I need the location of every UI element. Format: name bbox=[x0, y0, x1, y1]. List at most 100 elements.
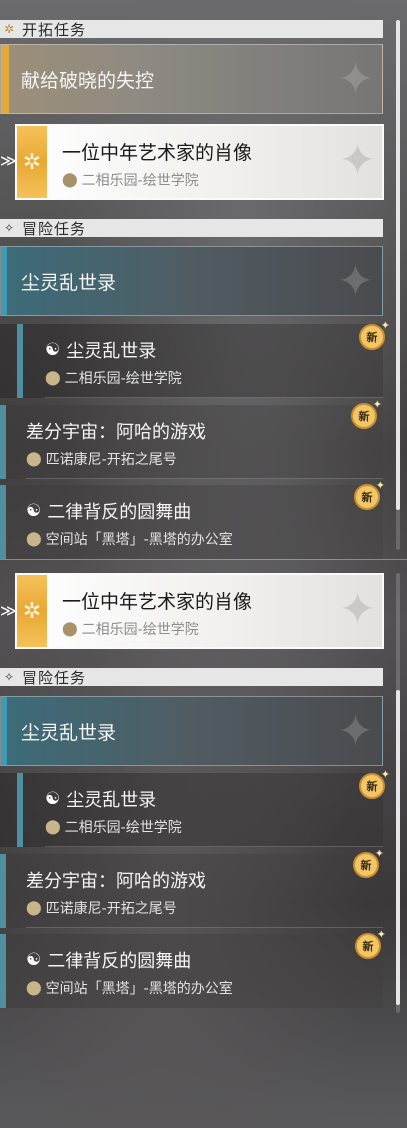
divider bbox=[45, 397, 383, 398]
map-pin-icon: ⬤ bbox=[26, 451, 42, 467]
quest-title: 差分宇宙：阿哈的游戏 bbox=[26, 867, 206, 893]
sparkle-icon: ✦ bbox=[376, 928, 386, 941]
mask-icon: ☯ bbox=[45, 340, 61, 360]
quest-location: ⬤ 二相乐园-绘世学院 bbox=[62, 170, 199, 190]
badge-label: 新 bbox=[360, 859, 372, 872]
quest-accent-bar bbox=[0, 485, 6, 559]
quest-item[interactable]: ☯ 二律背反的圆舞曲 ⬤ 空间站「黑塔」-黑塔的办公室 bbox=[0, 934, 383, 1008]
diamond-cross-icon: ✲ bbox=[22, 149, 42, 175]
quest-title: 一位中年艺术家的肖像 bbox=[62, 142, 253, 164]
selected-quest-card[interactable]: ✲ 一位中年艺术家的肖像 ⬤ 二相乐园-绘世学院 ✦ bbox=[15, 573, 384, 649]
quest-title: ☯ 二律背反的圆舞曲 bbox=[26, 947, 191, 973]
category-accent-bar bbox=[1, 697, 7, 765]
quest-location: ⬤ 二相乐园-绘世学院 bbox=[45, 368, 182, 388]
new-badge-icon: 新 ✦ bbox=[354, 479, 385, 510]
location-label: 二相乐园-绘世学院 bbox=[81, 622, 199, 638]
quest-title: 差分宇宙：阿哈的游戏 bbox=[26, 418, 206, 444]
quest-item[interactable]: 差分宇宙：阿哈的游戏 ⬤ 匹诺康尼-开拓之尾号 bbox=[0, 405, 383, 479]
four-point-star-icon: ✧ bbox=[3, 670, 15, 684]
mask-icon: ☯ bbox=[26, 950, 42, 970]
divider bbox=[0, 559, 407, 560]
quest-item[interactable]: ☯ 尘灵乱世录 ⬤ 二相乐园-绘世学院 bbox=[0, 773, 383, 847]
category-trailblaze[interactable]: 献给破晓的失控 ✦ bbox=[0, 44, 383, 114]
quest-title: 一位中年艺术家的肖像 bbox=[62, 591, 253, 613]
quest-location: ⬤ 二相乐园-绘世学院 bbox=[45, 817, 182, 837]
map-pin-icon: ⬤ bbox=[45, 819, 61, 835]
quest-title: ☯ 二律背反的圆舞曲 bbox=[26, 498, 191, 524]
quest-type-badge: ✲ bbox=[17, 575, 47, 647]
badge-label: 新 bbox=[366, 331, 378, 344]
quest-location: ⬤ 空间站「黑塔」-黑塔的办公室 bbox=[26, 529, 233, 549]
category-accent-bar bbox=[1, 45, 9, 113]
quest-accent-bar bbox=[17, 773, 23, 847]
badge-label: 新 bbox=[361, 491, 373, 504]
location-label: 匹诺康尼-开拓之尾号 bbox=[45, 452, 177, 468]
map-pin-icon: ⬤ bbox=[26, 531, 42, 547]
emblem-decoration-icon: ✦ bbox=[337, 54, 374, 105]
new-badge-icon: 新 ✦ bbox=[355, 928, 386, 959]
new-badge-icon: 新 ✦ bbox=[351, 398, 382, 429]
double-chevron-right-icon: ≫ bbox=[0, 151, 17, 170]
quest-title: ☯ 尘灵乱世录 bbox=[45, 337, 156, 363]
location-label: 空间站「黑塔」-黑塔的办公室 bbox=[45, 532, 233, 548]
category-label: 尘灵乱世录 bbox=[21, 721, 117, 744]
map-pin-icon: ⬤ bbox=[62, 621, 78, 637]
four-point-star-icon: ✧ bbox=[3, 221, 15, 235]
selected-quest-card[interactable]: ✲ 一位中年艺术家的肖像 ⬤ 二相乐园-绘世学院 ✦ bbox=[15, 124, 384, 200]
quest-accent-bar bbox=[0, 405, 6, 479]
quest-title: ☯ 尘灵乱世录 bbox=[45, 786, 156, 812]
emblem-decoration-icon: ✦ bbox=[337, 256, 374, 307]
section-label: 冒险任务 bbox=[22, 219, 87, 238]
quest-item[interactable]: 差分宇宙：阿哈的游戏 ⬤ 匹诺康尼-开拓之尾号 bbox=[0, 854, 383, 928]
category-adventure[interactable]: 尘灵乱世录 ✦ bbox=[0, 246, 383, 316]
adventure-section-header: ✧ 冒险任务 bbox=[0, 219, 383, 238]
sparkle-icon: ✦ bbox=[375, 479, 385, 492]
diamond-cross-icon: ✲ bbox=[3, 22, 15, 36]
category-adventure[interactable]: 尘灵乱世录 ✦ bbox=[0, 696, 383, 766]
mask-icon: ☯ bbox=[26, 501, 42, 521]
badge-label: 新 bbox=[366, 780, 378, 793]
quest-item[interactable]: ☯ 二律背反的圆舞曲 ⬤ 空间站「黑塔」-黑塔的办公室 bbox=[0, 485, 383, 559]
scrollbar-thumb[interactable] bbox=[396, 20, 400, 510]
double-chevron-right-icon: ≫ bbox=[0, 601, 17, 620]
section-label: 冒险任务 bbox=[22, 668, 87, 687]
map-pin-icon: ⬤ bbox=[45, 370, 61, 386]
quest-title-text: 差分宇宙：阿哈的游戏 bbox=[26, 422, 206, 443]
quest-location: ⬤ 匹诺康尼-开拓之尾号 bbox=[26, 898, 177, 918]
category-accent-bar bbox=[1, 247, 7, 315]
new-badge-icon: 新 ✦ bbox=[353, 847, 384, 878]
quest-accent-bar bbox=[17, 324, 23, 398]
quest-title-text: 差分宇宙：阿哈的游戏 bbox=[26, 871, 206, 892]
new-badge-icon: 新 ✦ bbox=[359, 768, 390, 799]
quest-accent-bar bbox=[0, 934, 6, 1008]
quest-title-text: 二律背反的圆舞曲 bbox=[47, 502, 192, 523]
mask-icon: ☯ bbox=[45, 789, 61, 809]
scrollbar-thumb[interactable] bbox=[396, 690, 400, 1005]
location-label: 二相乐园-绘世学院 bbox=[81, 173, 199, 189]
quest-title-text: 尘灵乱世录 bbox=[66, 790, 157, 811]
adventure-section-header: ✧ 冒险任务 bbox=[0, 668, 383, 687]
emblem-decoration-icon: ✦ bbox=[339, 584, 376, 635]
emblem-decoration-icon: ✦ bbox=[337, 706, 374, 757]
quest-accent-bar bbox=[0, 854, 6, 928]
badge-label: 新 bbox=[362, 940, 374, 953]
location-label: 二相乐园-绘世学院 bbox=[64, 371, 182, 387]
divider bbox=[45, 846, 383, 847]
quest-location: ⬤ 空间站「黑塔」-黑塔的办公室 bbox=[26, 978, 233, 998]
map-pin-icon: ⬤ bbox=[62, 172, 78, 188]
emblem-decoration-icon: ✦ bbox=[339, 135, 376, 186]
quest-location: ⬤ 二相乐园-绘世学院 bbox=[62, 619, 199, 639]
trailblaze-section-header: ✲ 开拓任务 bbox=[0, 20, 383, 39]
location-label: 空间站「黑塔」-黑塔的办公室 bbox=[45, 981, 233, 997]
quest-title-text: 尘灵乱世录 bbox=[66, 341, 157, 362]
quest-location: ⬤ 匹诺康尼-开拓之尾号 bbox=[26, 449, 177, 469]
sparkle-icon: ✦ bbox=[380, 768, 390, 781]
sparkle-icon: ✦ bbox=[372, 398, 382, 411]
map-pin-icon: ⬤ bbox=[26, 980, 42, 996]
category-label: 尘灵乱世录 bbox=[21, 271, 117, 294]
category-label: 献给破晓的失控 bbox=[21, 69, 155, 92]
location-label: 匹诺康尼-开拓之尾号 bbox=[45, 901, 177, 917]
badge-label: 新 bbox=[358, 410, 370, 423]
quest-item[interactable]: ☯ 尘灵乱世录 ⬤ 二相乐园-绘世学院 bbox=[0, 324, 383, 398]
section-label: 开拓任务 bbox=[22, 20, 87, 39]
